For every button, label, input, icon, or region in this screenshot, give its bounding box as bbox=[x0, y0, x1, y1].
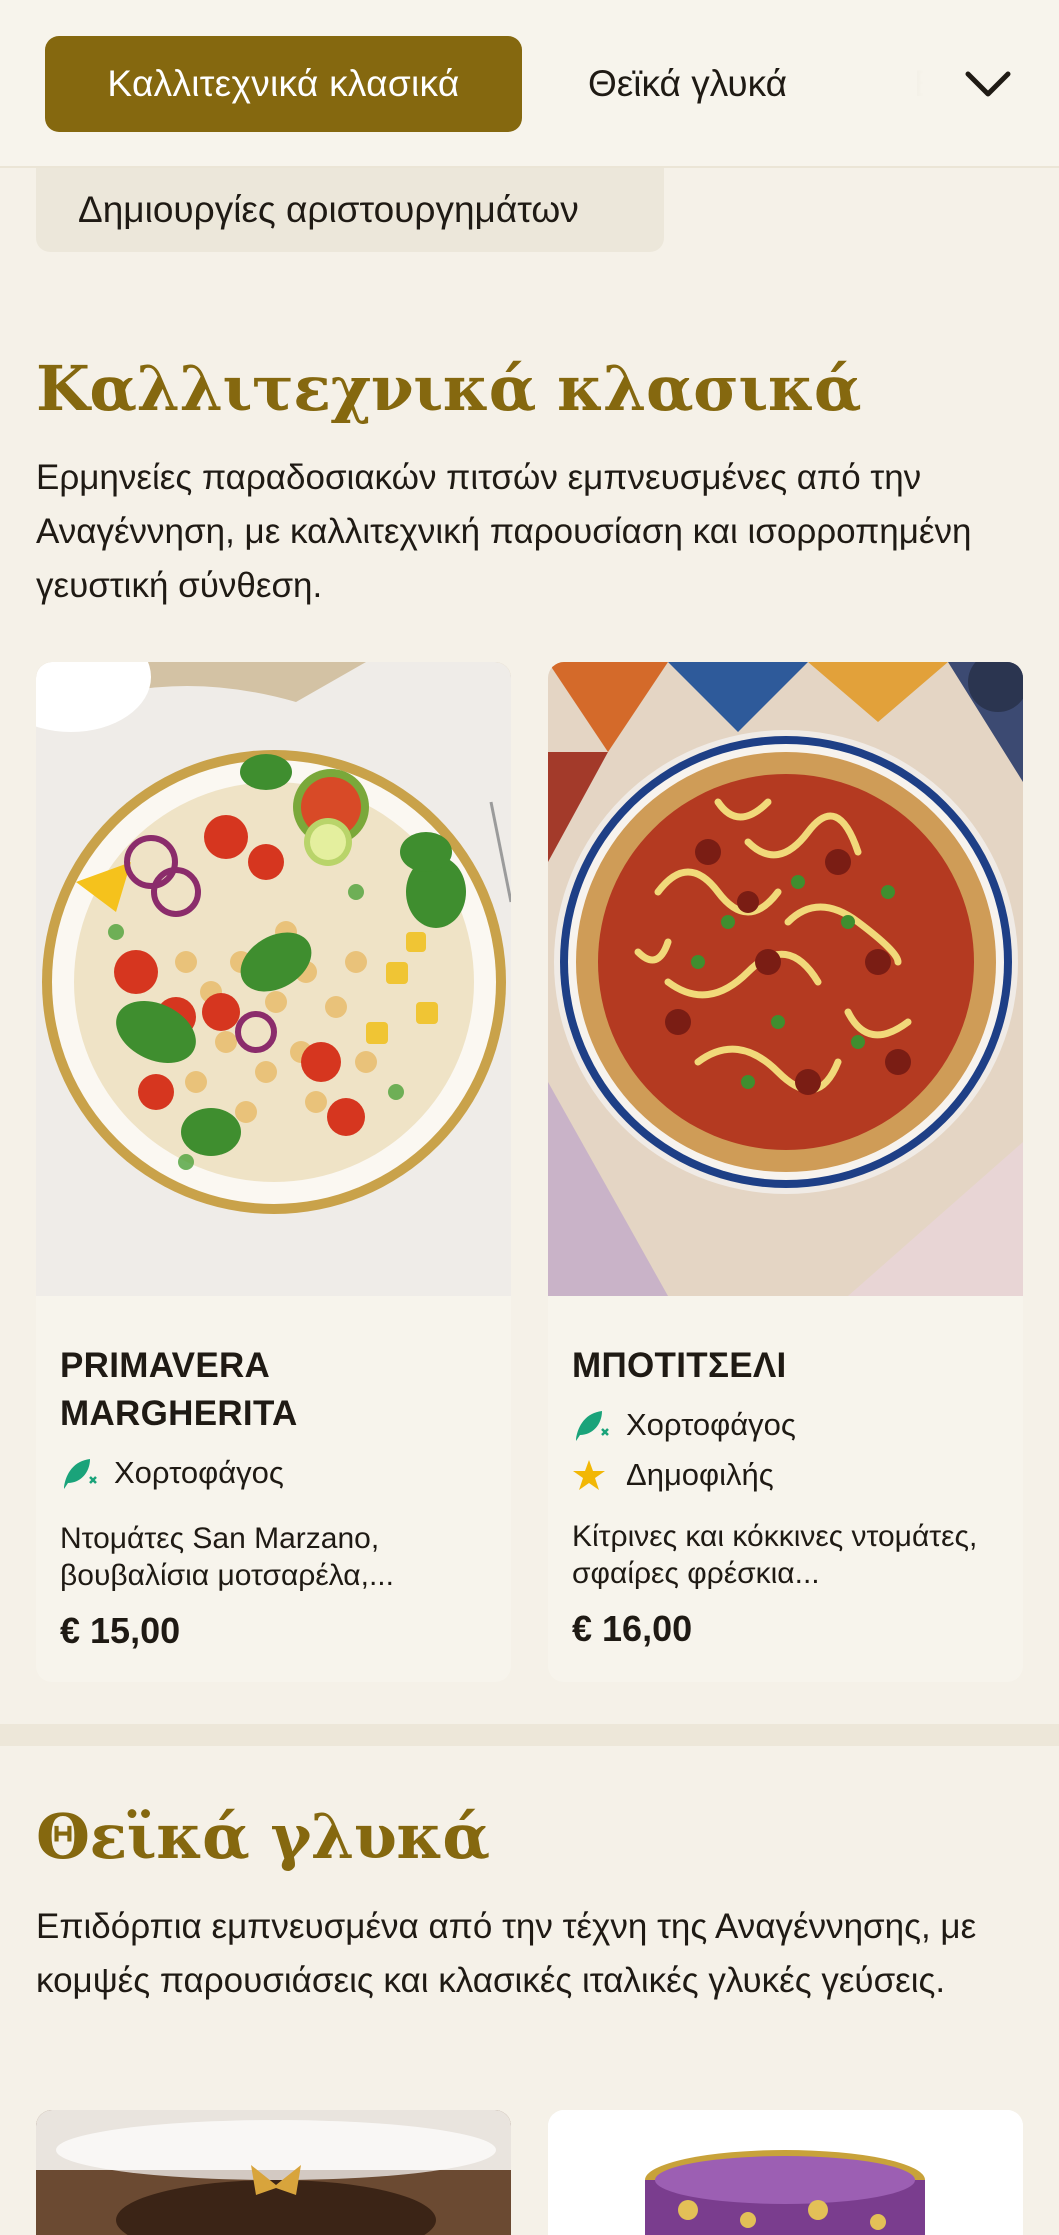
leaf-icon bbox=[60, 1453, 100, 1493]
section-description: Ερμηνείες παραδοσιακών πιτσών εμπνευσμέν… bbox=[36, 458, 972, 605]
tag-label: Χορτοφάγος bbox=[114, 1455, 284, 1490]
dish-card[interactable] bbox=[548, 2110, 1023, 2235]
dish-price: € 15,00 bbox=[60, 1610, 181, 1651]
chevron-down-icon[interactable] bbox=[960, 56, 1016, 112]
section-divider bbox=[0, 1724, 1059, 1746]
tag-vegetarian: Χορτοφάγος bbox=[60, 1448, 490, 1498]
tag-vegetarian: Χορτοφάγος bbox=[572, 1400, 1002, 1450]
tab-artistic-classics[interactable]: Καλλιτεχνικά κλασικά bbox=[45, 36, 522, 132]
dish-description: Ντομάτες San Marzano, βουβαλίσια μοτσαρέ… bbox=[60, 1522, 394, 1592]
tab-divine-sweets[interactable]: Θεϊκά γλυκά bbox=[588, 36, 787, 132]
dish-description: Κίτρινες και κόκκινες ντομάτες, σφαίρες … bbox=[572, 1520, 978, 1590]
tag-label: Δημοφιλής bbox=[626, 1457, 774, 1492]
dish-info: ΜΠΟΤΙΤΣΕΛΙ Χορτοφάγος Δημοφιλής Κίτρινες… bbox=[572, 1342, 1002, 1650]
category-nav: Καλλιτεχνικά κλασικά Θεϊκά γλυκά E bbox=[0, 0, 1059, 168]
dish-image-salad bbox=[36, 662, 511, 1296]
dish-image-dessert-tin bbox=[548, 2110, 1023, 2235]
dish-card[interactable]: PRIMAVERA MARGHERITA Χορτοφάγος Ντομάτες… bbox=[36, 662, 511, 1682]
section-title: Θεϊκά γλυκά bbox=[36, 1800, 490, 1873]
section-title: Καλλιτεχνικά κλασικά bbox=[36, 352, 862, 425]
section-description: Επιδόρπια εμπνευσμένα από την τέχνη της … bbox=[36, 1907, 977, 2000]
nav-fade bbox=[840, 30, 960, 140]
dish-card[interactable] bbox=[36, 2110, 511, 2235]
dish-image-dessert bbox=[36, 2110, 511, 2235]
dish-card[interactable]: ΜΠΟΤΙΤΣΕΛΙ Χορτοφάγος Δημοφιλής Κίτρινες… bbox=[548, 662, 1023, 1682]
tag-popular: Δημοφιλής bbox=[572, 1450, 1002, 1500]
dish-price: € 16,00 bbox=[572, 1608, 693, 1649]
star-icon bbox=[572, 1455, 612, 1495]
dish-image-pizza bbox=[548, 662, 1023, 1296]
tab-masterpiece-creations[interactable]: Δημιουργίες αριστουργημάτων bbox=[36, 168, 664, 252]
tag-label: Χορτοφάγος bbox=[626, 1407, 796, 1442]
dish-name: ΜΠΟΤΙΤΣΕΛΙ bbox=[572, 1346, 787, 1385]
dish-info: PRIMAVERA MARGHERITA Χορτοφάγος Ντομάτες… bbox=[60, 1342, 490, 1652]
dish-name: PRIMAVERA MARGHERITA bbox=[60, 1346, 298, 1433]
leaf-icon bbox=[572, 1405, 612, 1445]
